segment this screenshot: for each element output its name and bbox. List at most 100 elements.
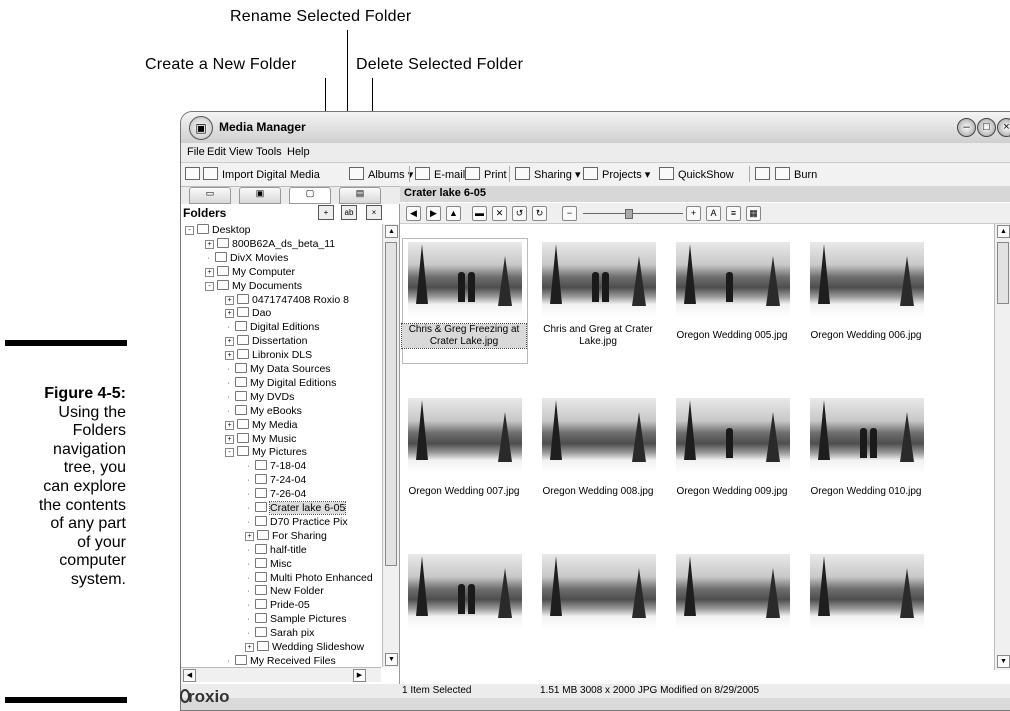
up-folder-icon[interactable]: ▲ [446,206,461,221]
delete-icon[interactable]: ✕ [492,206,507,221]
tab-media[interactable]: ▣ [239,187,281,204]
collapse-icon[interactable]: - [225,448,234,458]
expand-icon[interactable]: + [225,295,234,305]
zoom-slider-knob[interactable] [625,209,633,219]
expand-icon[interactable]: + [205,239,214,249]
menu-help[interactable]: Help [287,146,310,158]
tree-node[interactable]: · DivX Movies [205,251,288,265]
delete-folder-icon[interactable]: × [366,205,382,220]
email-button[interactable]: E-mail [415,167,465,181]
tree-scrollbar[interactable]: ▲ ▼ [382,224,399,667]
expand-icon[interactable]: + [225,420,234,430]
projects-button[interactable]: Projects ▾ [583,167,650,181]
content-scrollbar[interactable]: ▲ ▼ [994,224,1010,670]
expand-icon[interactable]: + [245,531,254,541]
expand-icon[interactable]: + [225,434,234,444]
tree-node[interactable]: · Sample Pictures [245,613,346,626]
tree-node[interactable]: + Dissertation [225,335,307,348]
scroll-down-icon[interactable]: ▼ [997,655,1010,668]
minimize-button[interactable]: – [957,118,976,137]
scroll-left-icon[interactable]: ◀ [183,669,196,682]
panel-toggle-icon[interactable] [185,167,204,181]
expand-icon[interactable]: + [225,337,234,347]
back-icon[interactable]: ◀ [406,206,421,221]
tab-folders[interactable]: ▢ [289,187,331,204]
tree-node[interactable]: - My Documents [205,279,302,293]
expand-icon[interactable]: + [205,267,214,277]
scroll-right-icon[interactable]: ▶ [353,669,366,682]
photo-thumbnail[interactable]: Oregon Wedding 007.jpg [402,398,526,518]
tree-node[interactable]: · My DVDs [225,390,294,404]
tree-node[interactable]: · 7-18-04 [245,460,306,473]
tree-node[interactable]: · My Received Files [225,654,336,667]
tree-node[interactable]: - My Pictures [225,446,307,459]
tree-node[interactable]: · New Folder [245,585,324,598]
tree-node[interactable]: · My Data Sources [225,363,331,376]
tree-node[interactable]: + Wedding Slideshow [245,641,364,654]
collapse-icon[interactable]: - [185,226,194,235]
tree-node[interactable]: · Crater lake 6-05 [245,501,347,515]
expand-icon[interactable]: + [245,643,254,652]
tree-node[interactable]: · Misc [245,557,292,571]
tree-node[interactable]: + Libronix DLS [225,349,312,362]
scroll-thumb[interactable] [997,242,1009,304]
photo-thumbnail[interactable]: Oregon Wedding 005.jpg [670,242,794,362]
tree-node[interactable]: · Digital Editions [225,321,319,334]
albums-button[interactable]: Albums ▾ [349,167,413,181]
photo-thumbnail[interactable]: Oregon Wedding 009.jpg [670,398,794,518]
tree-node[interactable]: + Dao [225,307,271,320]
expand-icon[interactable]: + [225,351,234,361]
scroll-up-icon[interactable]: ▲ [997,225,1010,238]
slideshow-icon[interactable]: ▬ [472,206,487,221]
import-button[interactable]: Import Digital Media [203,167,320,181]
photo-thumbnail[interactable] [536,554,660,670]
tree-node[interactable]: · 7-24-04 [245,474,306,487]
tree-node[interactable]: + My Music [225,432,296,446]
menu-edit[interactable]: Edit [207,146,226,158]
dvd-button[interactable] [755,167,774,181]
tree-node[interactable]: - Desktop [185,224,251,237]
tree-node[interactable]: + My Media [225,418,298,432]
tab-albums[interactable]: ▭ [189,187,231,204]
sharing-button[interactable]: Sharing ▾ [515,167,581,181]
burn-button[interactable]: Burn [775,167,817,181]
photo-thumbnail[interactable]: Chris and Greg at Crater Lake.jpg [536,242,660,362]
collapse-icon[interactable]: - [205,281,214,291]
print-button[interactable]: Print [465,167,507,181]
zoom-in-icon[interactable]: + [686,206,701,221]
tree-node[interactable]: · My Digital Editions [225,376,336,390]
photo-thumbnail[interactable] [804,554,928,670]
photo-thumbnail[interactable]: Oregon Wedding 010.jpg [804,398,928,518]
scroll-down-icon[interactable]: ▼ [385,653,398,666]
rotate-left-icon[interactable]: ↺ [512,206,527,221]
tab-devices[interactable]: ▤ [339,187,381,204]
rename-folder-icon[interactable]: ab [341,205,357,220]
rotate-right-icon[interactable]: ↻ [532,206,547,221]
photo-thumbnail[interactable] [670,554,794,670]
new-folder-icon[interactable]: + [318,205,334,220]
scroll-up-icon[interactable]: ▲ [385,225,398,238]
tree-node[interactable]: + My Computer [205,265,295,279]
photo-thumbnail[interactable]: Oregon Wedding 006.jpg [804,242,928,362]
scroll-thumb[interactable] [385,242,397,566]
thumbnail-view-icon[interactable]: ▦ [746,206,761,221]
menu-view[interactable]: View [229,146,253,158]
quickshow-button[interactable]: QuickShow [659,167,734,181]
tree-node[interactable]: · 7-26-04 [245,488,306,501]
zoom-out-icon[interactable]: − [562,206,577,221]
photo-thumbnail[interactable]: Chris & Greg Freezing at Crater Lake.jpg [401,238,528,364]
tree-node[interactable]: · Sarah pix [245,627,314,640]
tree-node[interactable]: +0471747408 Roxio 8 [225,293,349,307]
zoom-slider[interactable] [583,213,683,214]
tree-node[interactable]: +800B62A_ds_beta_11 [205,237,335,251]
tree-node[interactable]: · half-title [245,543,307,557]
menu-tools[interactable]: Tools [256,146,282,158]
photo-thumbnail[interactable]: Oregon Wedding 008.jpg [536,398,660,518]
tree-node[interactable]: · D70 Practice Pix [245,515,348,529]
tree-hscrollbar[interactable]: ◀ ▶ [181,667,381,682]
forward-icon[interactable]: ▶ [426,206,441,221]
maximize-button[interactable]: □ [977,118,996,137]
tree-node[interactable]: · My eBooks [225,404,302,418]
menu-file[interactable]: File [187,146,205,158]
close-button[interactable]: × [997,118,1010,137]
